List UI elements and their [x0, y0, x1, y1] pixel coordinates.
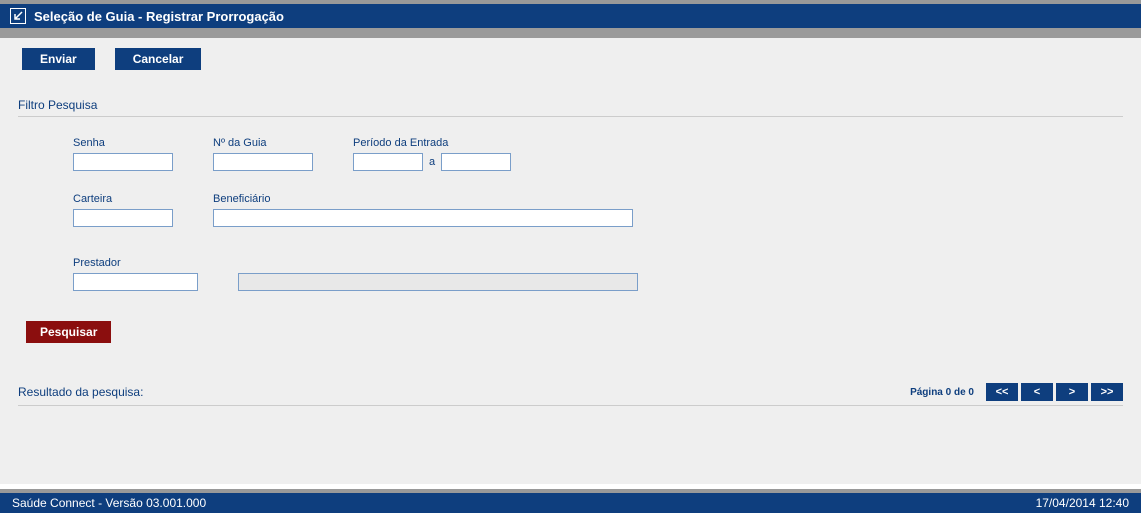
- senha-label: Senha: [73, 137, 173, 149]
- page-info: Página 0 de 0: [910, 387, 974, 398]
- sub-header-bar: [0, 28, 1141, 38]
- page-last-button[interactable]: >>: [1091, 383, 1123, 401]
- window-title: Seleção de Guia - Registrar Prorrogação: [34, 9, 284, 24]
- footer-version: Saúde Connect - Versão 03.001.000: [12, 496, 206, 510]
- arrow-down-left-icon: [10, 8, 26, 24]
- guia-input[interactable]: [213, 153, 313, 171]
- periodo-label: Período da Entrada: [353, 137, 511, 149]
- enviar-button[interactable]: Enviar: [22, 48, 95, 70]
- periodo-from-input[interactable]: [353, 153, 423, 171]
- footer-datetime: 17/04/2014 12:40: [1036, 496, 1129, 510]
- window-header: Seleção de Guia - Registrar Prorrogação: [0, 4, 1141, 28]
- results-title: Resultado da pesquisa:: [18, 385, 143, 399]
- pesquisar-button[interactable]: Pesquisar: [26, 321, 111, 343]
- senha-input[interactable]: [73, 153, 173, 171]
- filter-section-title: Filtro Pesquisa: [18, 98, 1123, 117]
- prestador-name-input[interactable]: [238, 273, 638, 291]
- carteira-label: Carteira: [73, 193, 173, 205]
- beneficiario-label: Beneficiário: [213, 193, 633, 205]
- periodo-separator: a: [429, 156, 435, 168]
- page-next-button[interactable]: >: [1056, 383, 1088, 401]
- carteira-input[interactable]: [73, 209, 173, 227]
- page-prev-button[interactable]: <: [1021, 383, 1053, 401]
- periodo-to-input[interactable]: [441, 153, 511, 171]
- guia-label: Nº da Guia: [213, 137, 313, 149]
- prestador-code-input[interactable]: [73, 273, 198, 291]
- status-bar: Saúde Connect - Versão 03.001.000 17/04/…: [0, 489, 1141, 513]
- cancelar-button[interactable]: Cancelar: [115, 48, 202, 70]
- prestador-label: Prestador: [73, 257, 198, 269]
- beneficiario-input[interactable]: [213, 209, 633, 227]
- page-first-button[interactable]: <<: [986, 383, 1018, 401]
